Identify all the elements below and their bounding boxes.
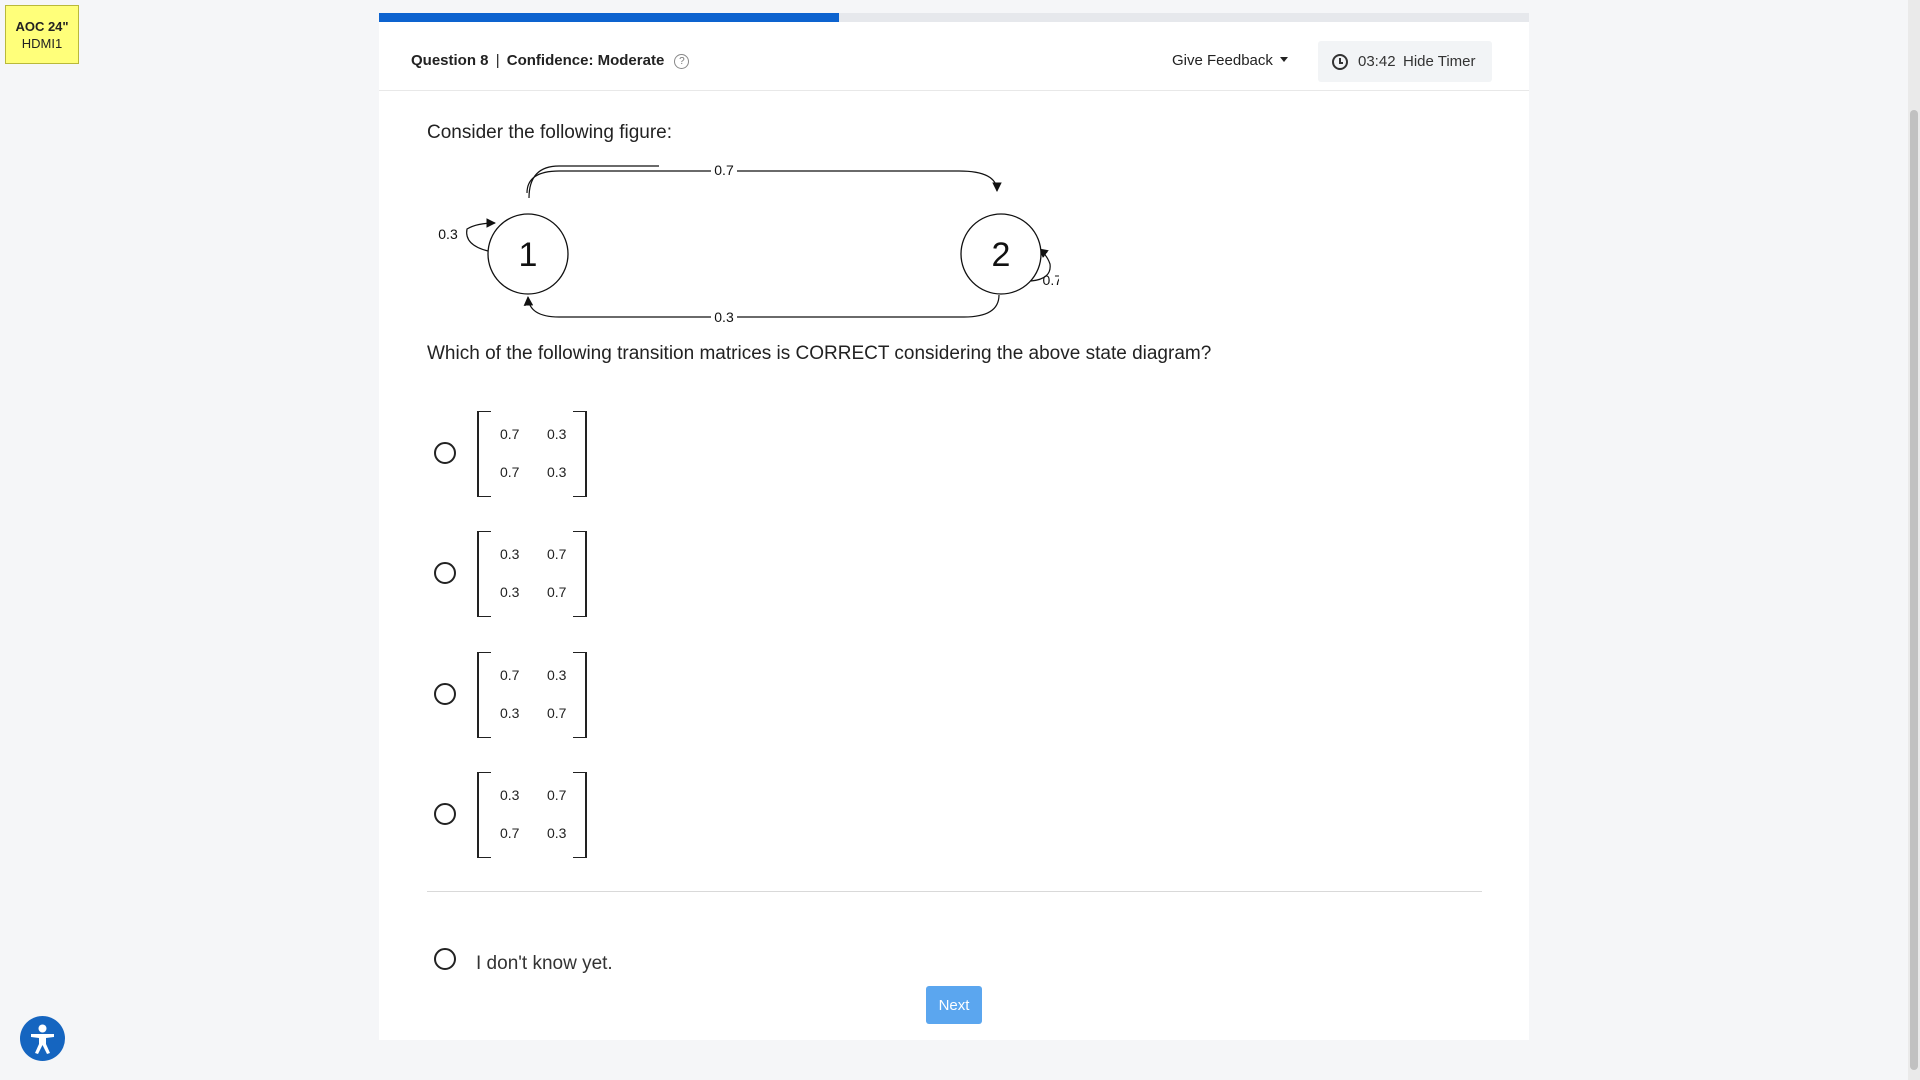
matrix: 0.3 0.7 0.7 0.3 <box>477 772 587 858</box>
matrix-cell: 0.3 <box>547 464 567 480</box>
radio-button[interactable] <box>434 803 456 825</box>
matrix-cell: 0.3 <box>500 787 520 803</box>
matrix-cell: 0.7 <box>500 667 520 683</box>
give-feedback-dropdown[interactable]: Give Feedback <box>1172 52 1288 69</box>
matrix-cell: 0.7 <box>547 546 567 562</box>
next-button[interactable]: Next <box>926 986 982 1024</box>
timer-value: 03:42 <box>1358 53 1396 70</box>
edge-label-top: 0.7 <box>714 163 734 178</box>
radio-button[interactable] <box>434 442 456 464</box>
monitor-label-input: HDMI1 <box>21 36 63 51</box>
progress-bar <box>379 13 1529 22</box>
matrix-cell: 0.3 <box>500 546 520 562</box>
matrix-cell: 0.7 <box>500 426 520 442</box>
matrix-cell: 0.7 <box>547 584 567 600</box>
matrix-cell: 0.7 <box>547 705 567 721</box>
question-number: Question 8 <box>411 52 489 69</box>
scrollbar-thumb[interactable] <box>1910 110 1918 1070</box>
question-meta: Question 8 | Confidence: Moderate ? <box>411 52 690 69</box>
matrix-cell: 0.3 <box>547 667 567 683</box>
question-text: Which of the following transition matric… <box>427 343 1212 364</box>
figure-prompt: Consider the following figure: <box>427 122 673 143</box>
confidence-label: Confidence: Moderate <box>506 52 665 69</box>
answer-option-1[interactable]: 0.7 0.3 0.7 0.3 <box>434 411 594 501</box>
clock-icon <box>1332 54 1348 70</box>
idk-option-label[interactable]: I don't know yet. <box>476 953 613 975</box>
matrix-cell: 0.3 <box>547 825 567 841</box>
matrix: 0.7 0.3 0.3 0.7 <box>477 652 587 738</box>
matrix-bracket-right <box>573 411 587 497</box>
question-header: Question 8 | Confidence: Moderate ? Give… <box>379 22 1529 91</box>
state-node-2-label: 2 <box>992 236 1011 274</box>
monitor-label-model: AOC 24" <box>15 19 69 34</box>
idk-radio-button[interactable] <box>434 948 456 970</box>
edge-2-to-1-path <box>523 294 1000 318</box>
progress-bar-fill <box>379 13 839 22</box>
hide-timer-button[interactable]: Hide Timer <box>1403 53 1476 70</box>
matrix-bracket-right <box>573 531 587 617</box>
matrix-bracket-right <box>573 772 587 858</box>
timer: 03:42 Hide Timer <box>1318 41 1492 82</box>
give-feedback-label: Give Feedback <box>1172 52 1273 69</box>
answer-option-3[interactable]: 0.7 0.3 0.3 0.7 <box>434 652 594 742</box>
question-card: Question 8 | Confidence: Moderate ? Give… <box>379 13 1529 1040</box>
radio-button[interactable] <box>434 562 456 584</box>
accessibility-button[interactable] <box>20 1016 65 1061</box>
matrix-bracket-left <box>477 772 491 858</box>
caret-down-icon <box>1279 57 1288 62</box>
matrix-cell: 0.3 <box>500 584 520 600</box>
matrix-cell: 0.3 <box>547 426 567 442</box>
matrix-bracket-right <box>573 652 587 738</box>
edge-1-to-2-path <box>526 170 1002 194</box>
answer-option-2[interactable]: 0.3 0.7 0.3 0.7 <box>434 531 594 621</box>
matrix-bracket-left <box>477 411 491 497</box>
edge-label-self-2: 0.7 <box>1043 272 1059 288</box>
scrollbar[interactable] <box>1908 0 1920 1080</box>
matrix-bracket-left <box>477 652 491 738</box>
edge-label-bottom: 0.3 <box>714 309 734 325</box>
matrix-bracket-left <box>477 531 491 617</box>
accessibility-person-icon <box>31 1024 54 1054</box>
answer-option-4[interactable]: 0.3 0.7 0.7 0.3 <box>434 772 594 862</box>
monitor-label: AOC 24" HDMI1 <box>5 5 79 64</box>
state-node-1-label: 1 <box>519 236 538 274</box>
matrix-cell: 0.7 <box>500 825 520 841</box>
question-meta-separator: | <box>495 52 500 69</box>
radio-button[interactable] <box>434 683 456 705</box>
matrix: 0.7 0.3 0.7 0.3 <box>477 411 587 497</box>
matrix-cell: 0.7 <box>547 787 567 803</box>
matrix: 0.3 0.7 0.3 0.7 <box>477 531 587 617</box>
matrix-cell: 0.3 <box>500 705 520 721</box>
edge-label-self-1: 0.3 <box>438 226 458 242</box>
state-diagram: 1 2 0.7 0.3 0.3 0.7 <box>438 163 1059 325</box>
help-icon[interactable]: ? <box>674 54 690 69</box>
options-divider <box>427 891 1482 892</box>
matrix-cell: 0.7 <box>500 464 520 480</box>
